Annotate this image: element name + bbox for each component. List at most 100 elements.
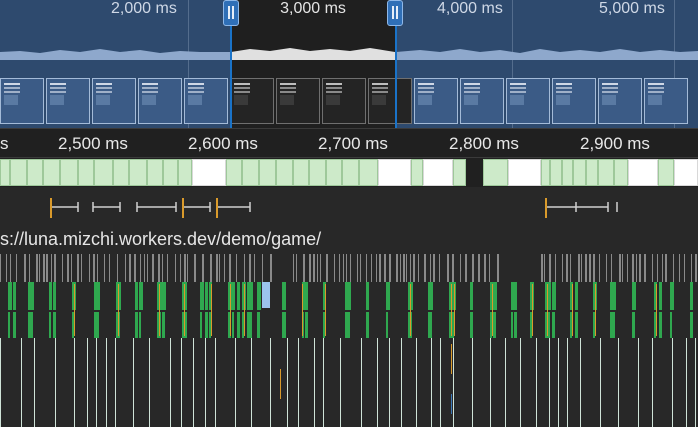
script-bar[interactable] [94, 312, 97, 338]
task-bar[interactable] [639, 254, 641, 282]
frame-block[interactable] [598, 159, 614, 186]
task-bar[interactable] [343, 254, 344, 282]
task-bar[interactable] [24, 254, 26, 282]
subtask-line[interactable] [251, 338, 252, 427]
script-bar[interactable] [305, 312, 308, 338]
subtask-line[interactable] [115, 338, 116, 427]
task-bar[interactable] [16, 254, 17, 282]
subtask-line[interactable] [389, 338, 390, 427]
script-bar[interactable] [237, 282, 240, 310]
script-bar[interactable] [250, 312, 252, 338]
frame-block[interactable] [226, 159, 242, 186]
paint-bar[interactable] [451, 394, 452, 414]
task-bar[interactable] [684, 254, 685, 282]
layout-bar[interactable] [159, 284, 160, 336]
subtask-line[interactable] [193, 338, 194, 427]
range-start-handle[interactable] [223, 0, 239, 26]
task-bar[interactable] [134, 254, 136, 282]
task-bar[interactable] [93, 254, 95, 282]
subtask-line[interactable] [235, 338, 236, 427]
task-bar[interactable] [424, 254, 426, 282]
screenshot-thumbnail[interactable] [0, 78, 44, 124]
task-bar[interactable] [89, 254, 90, 282]
script-bar[interactable] [548, 312, 550, 338]
screenshot-thumbnail[interactable] [414, 78, 458, 124]
subtask-line[interactable] [567, 338, 568, 427]
task-bar[interactable] [313, 254, 315, 282]
script-bar[interactable] [552, 312, 555, 338]
layout-bar[interactable] [492, 284, 493, 336]
task-bar[interactable] [627, 254, 628, 282]
task-bar[interactable] [140, 254, 141, 282]
frame-block[interactable] [326, 159, 342, 186]
task-bar[interactable] [673, 254, 674, 282]
script-bar[interactable] [135, 282, 138, 310]
subtask-line[interactable] [401, 338, 402, 427]
task-bar[interactable] [129, 254, 131, 282]
task-bar[interactable] [578, 254, 580, 282]
task-bar[interactable] [632, 254, 634, 282]
frame-block[interactable] [614, 159, 628, 186]
subtask-line[interactable] [0, 338, 1, 427]
subtask-line[interactable] [287, 338, 288, 427]
task-bar[interactable] [39, 254, 40, 282]
script-bar[interactable] [386, 282, 390, 310]
subtask-line[interactable] [416, 338, 417, 427]
task-bar[interactable] [219, 254, 220, 282]
script-bar[interactable] [283, 312, 286, 338]
script-bar[interactable] [575, 282, 578, 310]
script-bar[interactable] [162, 282, 166, 310]
frame-block[interactable] [94, 159, 113, 186]
script-bar[interactable] [348, 282, 351, 310]
task-bar[interactable] [184, 254, 186, 282]
task-bar[interactable] [465, 254, 467, 282]
task-bar[interactable] [249, 254, 251, 282]
subtask-line[interactable] [580, 338, 581, 427]
task-bar[interactable] [46, 254, 48, 282]
task-bar[interactable] [566, 254, 568, 282]
task-bar[interactable] [544, 254, 545, 282]
task-bar[interactable] [549, 254, 551, 282]
script-bar[interactable] [135, 312, 138, 338]
task-bar[interactable] [317, 254, 318, 282]
script-bar[interactable] [242, 312, 244, 338]
task-bar[interactable] [418, 254, 419, 282]
task-bar[interactable] [104, 254, 105, 282]
script-bar[interactable] [514, 282, 517, 310]
script-bar[interactable] [348, 312, 350, 338]
task-bar[interactable] [695, 254, 697, 282]
script-bar[interactable] [511, 312, 513, 338]
subtask-line[interactable] [55, 338, 56, 427]
selected-event[interactable] [262, 282, 270, 308]
subtask-line[interactable] [520, 338, 521, 427]
task-bar[interactable] [593, 254, 595, 282]
script-bar[interactable] [430, 312, 432, 338]
task-bar[interactable] [167, 254, 168, 282]
script-bar[interactable] [13, 282, 16, 310]
script-bar[interactable] [493, 312, 496, 338]
subtask-line[interactable] [106, 338, 107, 427]
script-bar[interactable] [72, 312, 74, 338]
task-bar[interactable] [691, 254, 692, 282]
frame-block[interactable] [276, 159, 293, 186]
subtask-line[interactable] [215, 338, 216, 427]
script-bar[interactable] [690, 282, 693, 310]
task-bar[interactable] [497, 254, 499, 282]
interactions-track[interactable] [0, 190, 698, 224]
task-bar[interactable] [147, 254, 148, 282]
task-bar[interactable] [430, 254, 431, 282]
script-bar[interactable] [237, 312, 240, 338]
script-bar[interactable] [283, 282, 286, 310]
layout-bar[interactable] [451, 344, 452, 374]
task-bar[interactable] [236, 254, 237, 282]
task-bar[interactable] [606, 254, 607, 282]
script-bar[interactable] [575, 312, 578, 338]
task-bar[interactable] [541, 254, 543, 282]
subtask-line[interactable] [377, 338, 378, 427]
task-bar[interactable] [389, 254, 391, 282]
script-bar[interactable] [366, 312, 369, 338]
timeline-overview[interactable]: 2,000 ms 4,000 ms 5,000 ms 3,000 ms [0, 0, 698, 128]
task-bar[interactable] [334, 254, 335, 282]
frame-block[interactable] [483, 159, 508, 186]
script-bar[interactable] [386, 312, 388, 338]
